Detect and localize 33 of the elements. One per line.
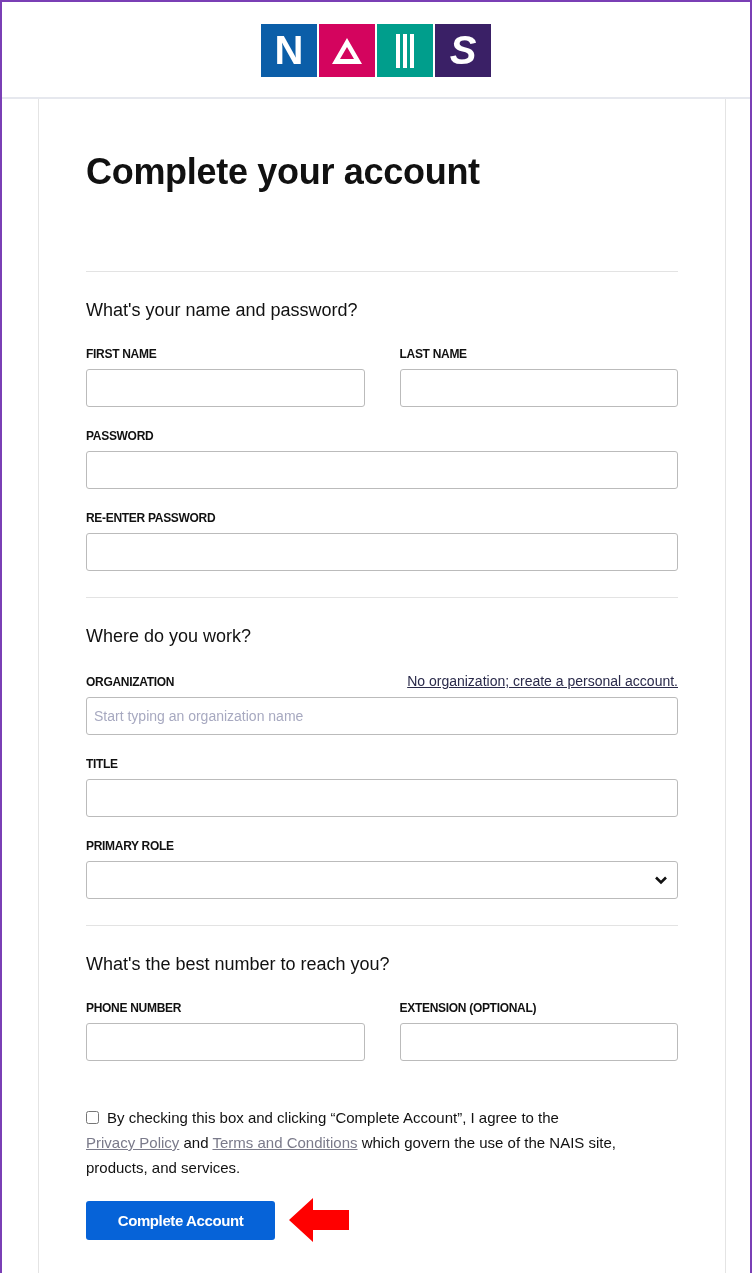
- consent-text: By checking this box and clicking “Complete Account”, I agree to the Privacy Policy and Terms and Conditions which govern the use of the NAIS site, products, and services.: [86, 1108, 617, 1178]
- policy-link[interactable]: Terms and Conditions: [212, 1134, 358, 1151]
- input-field[interactable]: [86, 533, 678, 571]
- field-label: FIRST NAME: [86, 347, 157, 361]
- section-heading: Where do you work?: [86, 626, 253, 647]
- select-field[interactable]: [86, 861, 678, 899]
- complete-account-button[interactable]: Complete Account: [86, 1200, 275, 1240]
- input-field[interactable]: [399, 1023, 678, 1061]
- input-field[interactable]: [86, 451, 678, 489]
- logo-tile: N: [261, 24, 317, 77]
- arrow-icon: [289, 1198, 349, 1242]
- field-label: TITLE: [86, 757, 118, 771]
- section-heading: What's your name and password?: [86, 300, 359, 321]
- logo-tile: S: [435, 24, 491, 77]
- field-label: PRIMARY ROLE: [86, 839, 174, 853]
- input-field[interactable]: Start typing an organization name: [86, 697, 678, 735]
- field-label: LAST NAME: [399, 347, 467, 361]
- input-field[interactable]: [86, 1023, 365, 1061]
- consent-checkbox[interactable]: [86, 1111, 99, 1124]
- field-label: ORGANIZATION: [86, 675, 175, 689]
- field-label: RE-ENTER PASSWORD: [86, 511, 216, 525]
- policy-link[interactable]: Privacy Policy: [86, 1134, 180, 1151]
- page-title: Complete your account: [86, 150, 481, 194]
- bars-icon: [395, 33, 415, 68]
- input-field[interactable]: [86, 779, 678, 817]
- field-label: PHONE NUMBER: [86, 1001, 182, 1015]
- field-label: EXTENSION (OPTIONAL): [399, 1001, 537, 1015]
- section-heading: What's the best number to reach you?: [86, 954, 391, 975]
- input-field[interactable]: [399, 369, 678, 407]
- field-label: PASSWORD: [86, 429, 154, 443]
- input-field[interactable]: [86, 369, 365, 407]
- chevron-down-icon: [654, 875, 668, 885]
- personal-account-link[interactable]: No organization; create a personal account.: [407, 673, 678, 689]
